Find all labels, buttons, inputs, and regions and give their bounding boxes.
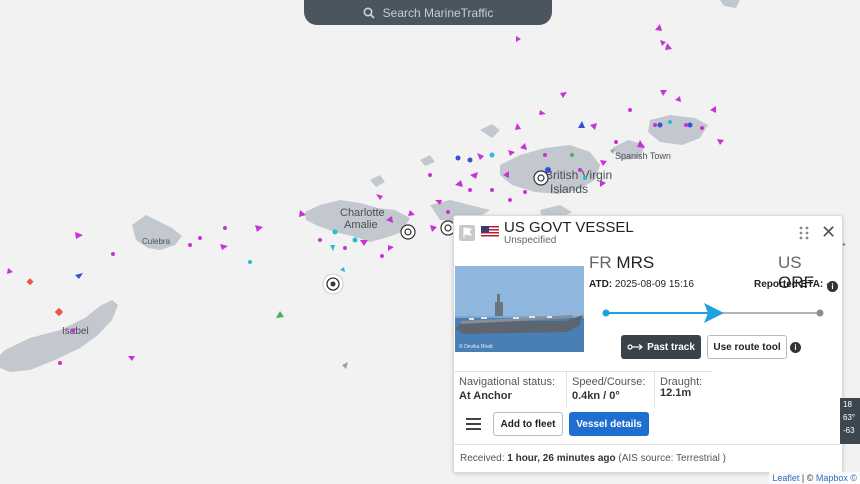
vessel-photo[interactable]: © Devika Rhatt — [455, 266, 584, 352]
past-track-icon — [627, 344, 644, 350]
destination-country: US — [778, 253, 802, 272]
atd-label: ATD: — [589, 279, 613, 290]
origin-port-code: MRS — [616, 253, 655, 272]
add-to-fleet-button[interactable]: Add to fleet — [493, 412, 563, 436]
badge-line-2: 63° — [843, 413, 856, 422]
atd-value: 2025-08-09 15:16 — [614, 279, 694, 290]
flag-icon — [459, 225, 475, 241]
divider — [454, 371, 712, 372]
divider — [566, 371, 567, 407]
eta-row: Reported ETA: - — [754, 279, 829, 290]
map-label-islands: Islands — [550, 182, 588, 196]
received-label: Received: — [460, 453, 505, 464]
us-flag-icon — [481, 226, 499, 238]
map-label-isabel: Isabel — [62, 326, 89, 337]
nav-status-value: At Anchor — [459, 390, 512, 402]
coordinate-badge: 18 63° -63 — [840, 398, 860, 444]
map-label-spanish-town: Spanish Town — [615, 151, 671, 161]
badge-line-3: -63 — [843, 426, 855, 435]
speed-course-label: Speed/Course: — [572, 376, 646, 388]
close-icon[interactable]: ✕ — [821, 223, 836, 241]
photo-caption: © Devika Rhatt — [459, 343, 493, 350]
vessel-popup: US GOVT VESSEL Unspecified ✕ © Devika Rh… — [453, 215, 843, 473]
past-track-label: Past track — [647, 341, 695, 353]
drag-handle-icon[interactable] — [798, 226, 810, 240]
vessel-details-button[interactable]: Vessel details — [569, 412, 649, 436]
past-track-button[interactable]: Past track — [621, 335, 701, 359]
map-label-charlotte: Charlotte — [340, 207, 385, 219]
attribution-sep: | © — [799, 473, 816, 483]
origin-port: FR MRS — [589, 253, 654, 273]
origin-country: FR — [589, 253, 612, 272]
selected-vessel-marker — [322, 273, 344, 295]
ais-source: (AIS source: Terrestrial ) — [618, 453, 727, 464]
atd-row: ATD: 2025-08-09 15:16 — [589, 279, 694, 290]
search-bar[interactable]: Search MarineTraffic — [304, 0, 552, 25]
map-label-amalie: Amalie — [344, 219, 378, 231]
route-tool-info-icon[interactable]: i — [790, 342, 801, 353]
received-value: 1 hour, 26 minutes ago — [507, 453, 616, 464]
leaflet-link[interactable]: Leaflet — [772, 473, 799, 483]
route-progress — [602, 303, 824, 323]
speed-course-value: 0.4kn / 0° — [572, 390, 620, 402]
received-info: Received: 1 hour, 26 minutes ago (AIS so… — [460, 453, 726, 464]
divider — [654, 371, 655, 407]
menu-icon[interactable] — [466, 418, 481, 430]
use-route-tool-label: Use route tool — [713, 341, 781, 353]
mapbox-link[interactable]: Mapbox © — [816, 473, 857, 483]
map-label-culebra: Culebra — [142, 237, 171, 246]
vessel-details-label: Vessel details — [576, 418, 642, 430]
vessel-name: US GOVT VESSEL — [504, 219, 634, 236]
add-to-fleet-label: Add to fleet — [500, 418, 556, 430]
map-attribution: Leaflet | © Mapbox © — [769, 472, 860, 484]
search-placeholder[interactable]: Search MarineTraffic — [383, 6, 494, 20]
draught-value: 12.1m — [660, 387, 692, 399]
eta-label: Reported ETA: — [754, 279, 824, 290]
search-icon — [363, 6, 375, 19]
eta-info-icon[interactable]: i — [827, 281, 838, 292]
badge-line-1: 18 — [843, 400, 852, 409]
divider — [454, 444, 840, 445]
nav-status-label: Navigational status: — [459, 376, 555, 388]
use-route-tool-button[interactable]: Use route tool — [707, 335, 787, 359]
vessel-type: Unspecified — [504, 235, 557, 246]
